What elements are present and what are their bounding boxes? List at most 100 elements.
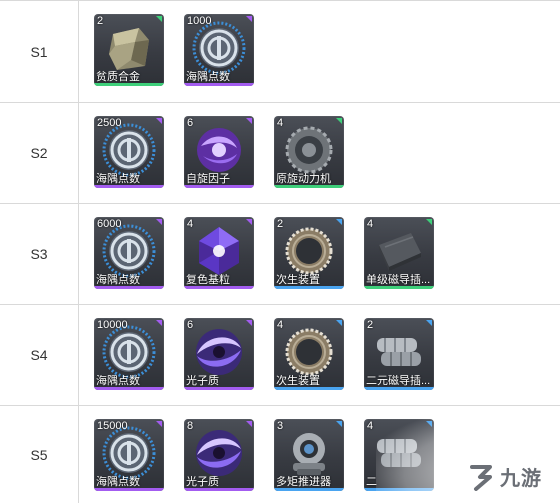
item-name: 海隅点数 <box>186 71 230 83</box>
item-tile[interactable]: 3 多矩推进器 <box>274 419 344 491</box>
haiyu-point-icon <box>102 426 156 480</box>
item-tile[interactable]: 4 原旋动力机 <box>274 116 344 188</box>
photon-vortex-icon <box>196 329 242 375</box>
ring-engine-icon <box>285 126 333 174</box>
rarity-corner <box>156 219 162 225</box>
item-name: 海隅点数 <box>96 274 140 286</box>
item-quantity: 3 <box>277 420 284 432</box>
item-quantity: 6000 <box>97 218 122 230</box>
rarity-corner <box>336 118 342 124</box>
rarity-corner <box>246 16 252 22</box>
bearing-ring-icon <box>285 328 333 376</box>
table-row: S2 2500 海隅点数 6 自旋因子 4 原旋动力机 <box>0 103 560 204</box>
item-quantity: 10000 <box>97 319 128 331</box>
row-stage-label: S5 <box>0 406 79 503</box>
dual-cylinder-icon <box>377 439 421 467</box>
rarity-corner <box>156 421 162 427</box>
metal-ore-icon <box>109 28 149 70</box>
item-tile[interactable]: 4 单级磁导插... <box>364 217 434 289</box>
item-name: 次生装置 <box>276 375 320 387</box>
item-tile[interactable]: 15000 海隅点数 <box>94 419 164 491</box>
rarity-corner <box>156 118 162 124</box>
bearing-ring-icon <box>285 227 333 275</box>
item-quantity: 4 <box>277 117 284 129</box>
item-name: 原旋动力机 <box>276 173 331 185</box>
rarity-corner <box>426 320 432 326</box>
thruster-icon <box>293 433 325 475</box>
rarity-corner <box>336 320 342 326</box>
item-quantity: 8 <box>187 420 194 432</box>
table-row: S4 10000 海隅点数 6 光子质 4 次生装置 2 二元磁导插... <box>0 305 560 406</box>
item-tile[interactable]: 6000 海隅点数 <box>94 217 164 289</box>
item-quantity: 1000 <box>187 15 212 27</box>
table-row: S1 2 贫质合金 1000 海隅点数 <box>0 1 560 103</box>
item-quantity: 2 <box>277 218 284 230</box>
rarity-corner <box>156 320 162 326</box>
item-name: 海隅点数 <box>96 476 140 488</box>
item-tile[interactable]: 8 光子质 <box>184 419 254 491</box>
table-row: S3 6000 海隅点数 4 复色基粒 2 次生装置 4 单级磁导插... <box>0 204 560 305</box>
item-tile[interactable]: 4 二 <box>364 419 434 491</box>
watermark-text: 九游 <box>500 467 542 490</box>
item-tile[interactable]: 6 光子质 <box>184 318 254 390</box>
rarity-corner <box>156 16 162 22</box>
item-tile[interactable]: 6 自旋因子 <box>184 116 254 188</box>
item-quantity: 15000 <box>97 420 128 432</box>
item-name: 二元磁导插... <box>366 375 431 387</box>
item-name: 单级磁导插... <box>366 274 431 286</box>
item-name: 光子质 <box>186 476 219 488</box>
item-tile[interactable]: 10000 海隅点数 <box>94 318 164 390</box>
item-tile[interactable]: 2 贫质合金 <box>94 14 164 86</box>
item-tile[interactable]: 2 次生装置 <box>274 217 344 289</box>
item-name: 贫质合金 <box>96 71 140 83</box>
watermark: 九游 <box>462 450 560 502</box>
haiyu-point-icon <box>102 224 156 278</box>
item-tile[interactable]: 2500 海隅点数 <box>94 116 164 188</box>
item-quantity: 4 <box>367 218 374 230</box>
item-tile[interactable]: 4 复色基粒 <box>184 217 254 289</box>
item-name: 次生装置 <box>276 274 320 286</box>
crystal-icon <box>199 227 239 275</box>
row-stage-label: S4 <box>0 305 79 405</box>
magnetic-plate-icon <box>379 233 421 271</box>
rarity-corner <box>246 320 252 326</box>
item-name: 复色基粒 <box>186 274 230 286</box>
row-items: 2500 海隅点数 6 自旋因子 4 原旋动力机 <box>80 103 560 203</box>
haiyu-point-icon <box>102 325 156 379</box>
row-items: 6000 海隅点数 4 复色基粒 2 次生装置 4 单级磁导插... <box>80 204 560 304</box>
jiuyou-logo-icon <box>470 465 492 491</box>
rewards-table: S1 2 贫质合金 1000 海隅点数 S2 2500 海隅点数 6 自旋因子 … <box>0 0 560 503</box>
item-name: 多矩推进器 <box>276 476 331 488</box>
item-name: 自旋因子 <box>186 173 230 185</box>
rarity-corner <box>246 421 252 427</box>
photon-vortex-icon <box>196 430 242 476</box>
row-stage-label: S3 <box>0 204 79 304</box>
item-quantity: 6 <box>187 117 194 129</box>
rarity-corner <box>426 219 432 225</box>
item-quantity: 2 <box>367 319 374 331</box>
rarity-corner <box>426 421 432 427</box>
item-tile[interactable]: 1000 海隅点数 <box>184 14 254 86</box>
item-quantity: 4 <box>277 319 284 331</box>
rarity-corner <box>336 219 342 225</box>
item-name: 海隅点数 <box>96 173 140 185</box>
item-name: 光子质 <box>186 375 219 387</box>
row-items: 10000 海隅点数 6 光子质 4 次生装置 2 二元磁导插... <box>80 305 560 405</box>
item-name: 二 <box>366 476 377 488</box>
row-stage-label: S2 <box>0 103 79 203</box>
rarity-corner <box>246 118 252 124</box>
item-tile[interactable]: 2 二元磁导插... <box>364 318 434 390</box>
item-name: 海隅点数 <box>96 375 140 387</box>
row-items: 2 贫质合金 1000 海隅点数 <box>80 1 560 102</box>
item-quantity: 4 <box>367 420 374 432</box>
spin-orb-icon <box>197 128 241 172</box>
rarity-corner <box>336 421 342 427</box>
item-quantity: 2500 <box>97 117 122 129</box>
haiyu-point-icon <box>192 21 246 75</box>
item-quantity: 2 <box>97 15 104 27</box>
dual-cylinder-icon <box>377 338 421 366</box>
haiyu-point-icon <box>102 123 156 177</box>
item-tile[interactable]: 4 次生装置 <box>274 318 344 390</box>
row-stage-label: S1 <box>0 1 79 102</box>
item-quantity: 4 <box>187 218 194 230</box>
